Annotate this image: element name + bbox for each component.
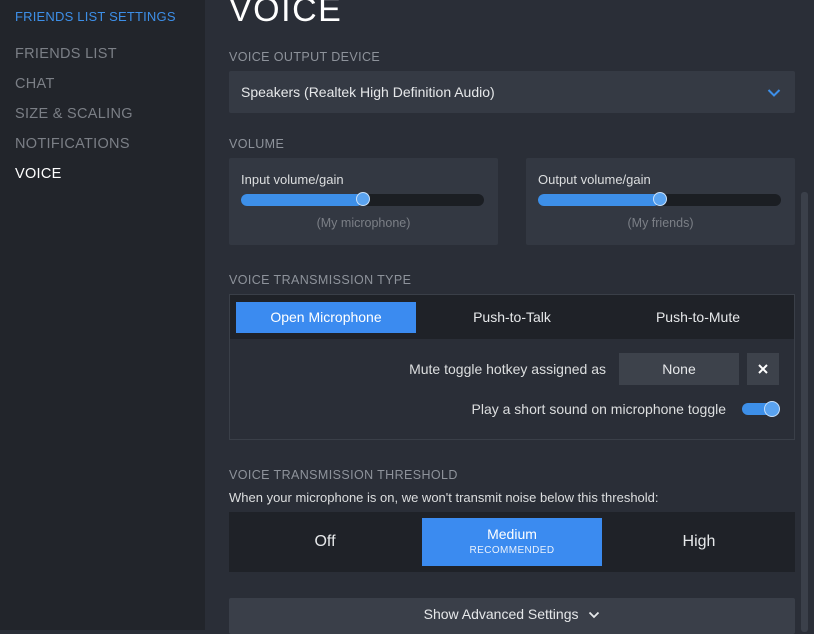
transmission-type-section-label: VOICE TRANSMISSION TYPE xyxy=(229,273,412,287)
threshold-options: Off Medium RECOMMENDED High xyxy=(229,512,795,572)
input-volume-fill xyxy=(241,194,363,206)
chevron-down-icon xyxy=(582,606,600,622)
scrollbar[interactable] xyxy=(801,192,808,632)
output-volume-sublabel: (My friends) xyxy=(627,216,694,230)
input-volume-panel: Input volume/gain (My microphone) xyxy=(229,158,498,245)
output-volume-handle[interactable] xyxy=(652,192,667,206)
threshold-option-high-label: High xyxy=(682,533,716,550)
chevron-down-icon xyxy=(767,85,781,103)
sidebar-title: FRIENDS LIST SETTINGS xyxy=(15,9,176,24)
sidebar-item-notifications[interactable]: NOTIFICATIONS xyxy=(15,136,130,152)
sidebar-item-friends-list[interactable]: FRIENDS LIST xyxy=(15,46,117,62)
sidebar-item-size-scaling[interactable]: SIZE & SCALING xyxy=(15,106,133,122)
input-volume-label: Input volume/gain xyxy=(241,172,344,187)
sidebar-item-voice[interactable]: VOICE xyxy=(15,166,62,182)
input-volume-slider[interactable] xyxy=(241,192,484,206)
page-title: VOICE xyxy=(229,0,343,29)
volume-section-label: VOLUME xyxy=(229,137,285,151)
toggle-sound-switch[interactable] xyxy=(742,401,780,417)
threshold-option-high[interactable]: High xyxy=(609,518,789,566)
show-advanced-settings-label: Show Advanced Settings xyxy=(423,606,579,622)
tab-push-to-talk[interactable]: Push-to-Talk xyxy=(422,302,602,333)
threshold-option-medium-label: Medium xyxy=(487,526,537,542)
threshold-option-off[interactable]: Off xyxy=(235,518,415,566)
transmission-type-panel: Open Microphone Push-to-Talk Push-to-Mut… xyxy=(229,294,795,440)
input-volume-sublabel: (My microphone) xyxy=(316,216,411,230)
toggle-sound-label: Play a short sound on microphone toggle xyxy=(471,401,727,417)
tab-push-to-mute[interactable]: Push-to-Mute xyxy=(608,302,788,333)
show-advanced-settings-button[interactable]: Show Advanced Settings xyxy=(229,598,795,634)
settings-sidebar: FRIENDS LIST SETTINGS FRIENDS LIST CHAT … xyxy=(0,0,205,630)
output-volume-panel: Output volume/gain (My friends) xyxy=(526,158,795,245)
mute-hotkey-button[interactable]: None xyxy=(619,353,739,385)
output-volume-slider[interactable] xyxy=(538,192,781,206)
input-volume-handle[interactable] xyxy=(355,192,370,206)
close-icon xyxy=(758,360,768,377)
transmission-type-tabs: Open Microphone Push-to-Talk Push-to-Mut… xyxy=(230,295,794,339)
output-device-dropdown[interactable]: Speakers (Realtek High Definition Audio) xyxy=(229,71,795,113)
threshold-option-medium[interactable]: Medium RECOMMENDED xyxy=(422,518,602,566)
output-device-section-label: VOICE OUTPUT DEVICE xyxy=(229,50,381,64)
mute-hotkey-label: Mute toggle hotkey assigned as xyxy=(409,361,606,377)
output-volume-fill xyxy=(538,194,660,206)
output-device-value: Speakers (Realtek High Definition Audio) xyxy=(241,84,495,100)
threshold-option-off-label: Off xyxy=(314,533,336,550)
recommended-tag: RECOMMENDED xyxy=(469,545,555,556)
output-volume-label: Output volume/gain xyxy=(538,172,651,187)
voice-settings-panel: VOICE VOICE OUTPUT DEVICE Speakers (Real… xyxy=(205,0,814,634)
threshold-section-label: VOICE TRANSMISSION THRESHOLD xyxy=(229,468,458,482)
threshold-description: When your microphone is on, we won't tra… xyxy=(229,490,659,505)
sidebar-item-chat[interactable]: CHAT xyxy=(15,76,55,92)
toggle-sound-knob xyxy=(764,401,780,417)
clear-hotkey-button[interactable] xyxy=(747,353,779,385)
tab-open-microphone[interactable]: Open Microphone xyxy=(236,302,416,333)
